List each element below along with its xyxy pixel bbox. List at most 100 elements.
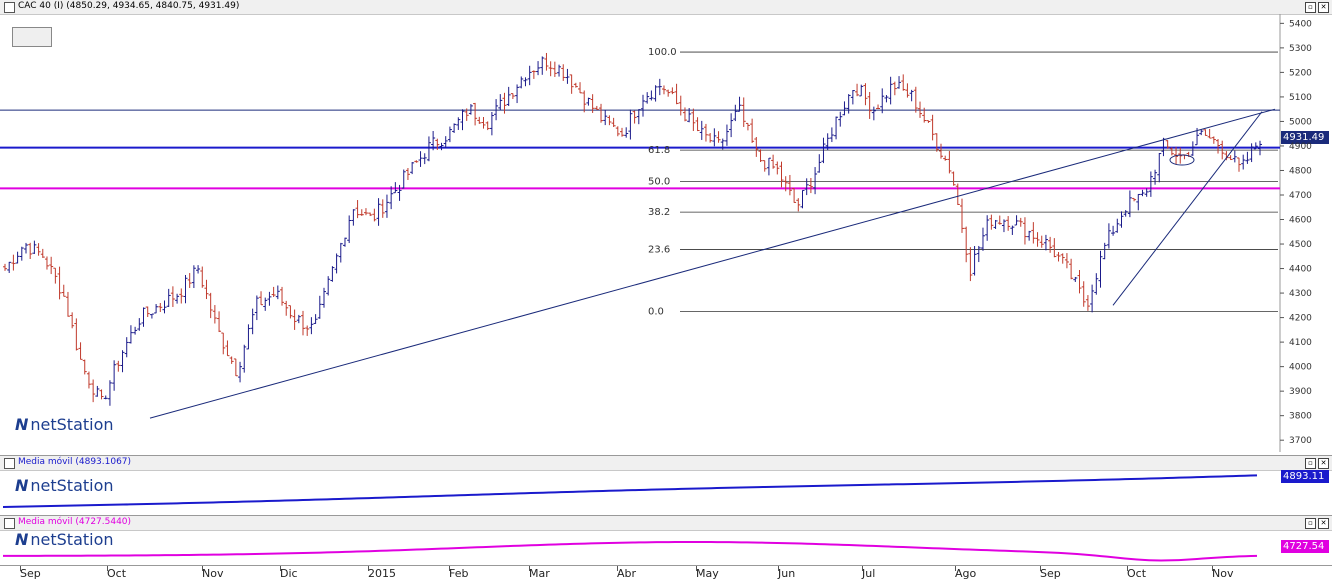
ohlc-bar — [1090, 284, 1095, 313]
ohlc-bar — [548, 61, 553, 77]
y-tick-label: 5300 — [1289, 44, 1312, 54]
ohlc-bar — [519, 76, 524, 89]
ohlc-bar — [372, 208, 377, 222]
ohlc-bar — [338, 242, 343, 263]
ohlc-bar — [334, 253, 339, 274]
ohlc-bar — [561, 64, 566, 81]
ohlc-bar — [997, 215, 1002, 225]
close-icon[interactable]: ✕ — [1318, 518, 1329, 529]
ohlc-bar — [204, 279, 209, 300]
ohlc-bar — [221, 332, 226, 355]
ohlc-bar — [993, 219, 998, 229]
ohlc-bar — [120, 350, 125, 373]
ohlc-bar — [1081, 281, 1086, 307]
ohlc-bar — [1106, 223, 1111, 249]
ohlc-bar — [880, 88, 885, 114]
ohlc-bar — [699, 120, 704, 140]
ohlc-bar — [565, 68, 570, 84]
ohlc-bar — [254, 295, 259, 321]
ohlc-bar — [703, 123, 708, 142]
restore-icon[interactable]: ▫ — [1305, 518, 1316, 529]
ohlc-bar — [19, 246, 24, 261]
ohlc-bar — [1064, 253, 1069, 269]
ohlc-bar — [1153, 169, 1158, 185]
ohlc-bar — [943, 155, 948, 161]
ohlc-bar — [867, 91, 872, 119]
ohlc-bar — [859, 84, 864, 97]
x-month-label: Jun — [778, 567, 796, 580]
ohlc-bar — [649, 90, 654, 101]
ohlc-bar — [1098, 250, 1103, 288]
ohlc-bar — [1043, 234, 1048, 251]
ohlc-bar — [65, 291, 70, 317]
ohlc-bar — [1228, 155, 1233, 161]
ohlc-bar — [947, 151, 952, 174]
ohlc-bar — [552, 61, 557, 77]
close-icon[interactable]: ✕ — [1318, 458, 1329, 469]
ohlc-bar — [620, 127, 625, 137]
ohlc-bar — [498, 94, 503, 111]
ohlc-bar — [271, 286, 276, 298]
ohlc-bar — [1245, 151, 1250, 164]
ohlc-bar — [489, 112, 494, 136]
ohlc-bar — [301, 310, 306, 336]
ohlc-bar — [813, 167, 818, 195]
ohlc-bar — [678, 95, 683, 116]
ohlc-bar — [1018, 217, 1023, 227]
ohlc-bar — [1048, 236, 1053, 253]
y-tick-label: 3700 — [1289, 436, 1312, 446]
ohlc-bar — [200, 266, 205, 288]
pane-menu-icon[interactable] — [4, 458, 15, 469]
ohlc-bar — [792, 188, 797, 203]
fib-level-label: 23.6 — [648, 244, 670, 255]
ohlc-bar — [263, 297, 268, 311]
ohlc-bar — [1232, 150, 1237, 163]
ohlc-bar — [1144, 188, 1149, 197]
ohlc-bar — [897, 76, 902, 89]
ohlc-bar — [708, 133, 713, 143]
ohlc-bar — [170, 286, 175, 307]
ohlc-bar — [330, 266, 335, 282]
ohlc-bar — [741, 97, 746, 127]
ohlc-bar — [611, 117, 616, 128]
ohlc-bar — [661, 85, 666, 95]
ohlc-bar — [61, 284, 66, 297]
ohlc-bar — [208, 292, 213, 319]
ohlc-bar — [1031, 222, 1036, 244]
ohlc-bar — [246, 324, 251, 350]
ohlc-bar — [32, 240, 37, 254]
y-tick-label: 3800 — [1289, 412, 1312, 422]
ohlc-bar — [212, 305, 217, 324]
ohlc-bar — [359, 209, 364, 216]
ohlc-bar — [477, 116, 482, 124]
ohlc-bar — [321, 287, 326, 308]
ohlc-bar — [422, 153, 427, 165]
ohlc-bar — [494, 99, 499, 121]
ohlc-bar — [380, 199, 385, 218]
ohlc-bar — [712, 128, 717, 147]
ohlc-bar — [1157, 153, 1162, 183]
ohlc-bar — [233, 358, 238, 377]
ohlc-bar — [175, 293, 180, 304]
ohlc-bar — [628, 109, 633, 140]
ma-pink-line — [2, 541, 1258, 562]
y-tick-label: 4600 — [1289, 216, 1312, 226]
ohlc-bars — [3, 52, 1262, 406]
ohlc-bar — [259, 291, 264, 306]
ohlc-bar — [724, 124, 729, 146]
y-tick-label: 4800 — [1289, 166, 1312, 176]
ohlc-bar — [1241, 154, 1246, 170]
ohlc-bar — [154, 304, 159, 314]
ohlc-bar — [397, 184, 402, 201]
restore-icon[interactable]: ▫ — [1305, 458, 1316, 469]
ohlc-bar — [850, 90, 855, 105]
x-month-label: Abr — [617, 567, 637, 580]
ohlc-bar — [578, 82, 583, 94]
ohlc-bar — [636, 109, 641, 125]
ohlc-bar — [1148, 171, 1153, 197]
pane-menu-icon[interactable] — [4, 518, 15, 529]
ohlc-bar — [217, 311, 222, 333]
ohlc-bar — [615, 126, 620, 137]
ohlc-bar — [401, 169, 406, 189]
ohlc-bar — [905, 83, 910, 98]
